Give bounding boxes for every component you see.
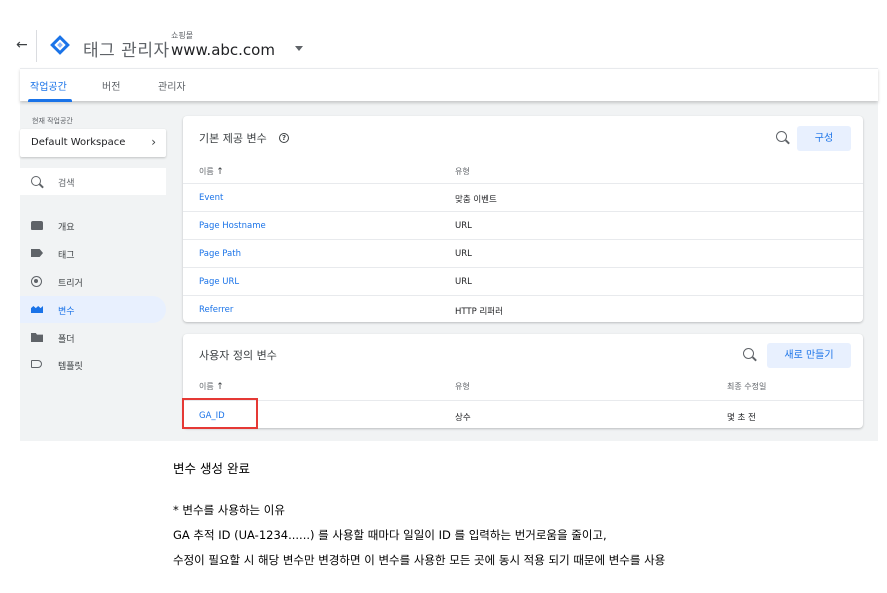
table-row[interactable]: Event 맞춤 이벤트 (183, 183, 863, 211)
sidebar-item-label: 태그 (58, 251, 75, 261)
variable-type: 맞춤 이벤트 (455, 195, 497, 205)
app-title: 태그 관리자 (83, 41, 170, 61)
builtin-variables-card: 기본 제공 변수 ? 구성 이름 ↑ 유형 Event 맞춤 이벤트 Page … (183, 116, 863, 322)
column-header-type[interactable]: 유형 (455, 381, 470, 392)
last-edited: 몇 초 전 (727, 413, 756, 423)
variable-name-link[interactable]: Event (199, 193, 223, 203)
sidebar-item-label: 트리거 (58, 279, 83, 289)
article-line-1: * 변수를 사용하는 이유 (173, 503, 285, 517)
app-header: ← 태그 관리자 쇼핑몰 www.abc.com (16, 0, 878, 68)
tag-manager-window: ← 태그 관리자 쇼핑몰 www.abc.com 작업공간 버전 관리자 현재 … (16, 0, 878, 441)
article-heading: 변수 생성 완료 (173, 461, 250, 476)
sidebar-item-label: 개요 (58, 223, 75, 233)
sidebar-item-overview[interactable]: 개요 (20, 212, 166, 239)
sort-up-icon: ↑ (216, 167, 224, 177)
sidebar-item-templates[interactable]: 템플릿 (20, 351, 166, 378)
variable-type: HTTP 리퍼러 (455, 307, 503, 317)
table-row[interactable]: Page Path URL (183, 239, 863, 267)
gtm-logo-icon (50, 35, 70, 55)
search-icon (31, 176, 41, 186)
column-header-type[interactable]: 유형 (455, 166, 470, 177)
sidebar-item-label: 변수 (58, 307, 75, 317)
variable-name-link[interactable]: Page URL (199, 277, 239, 287)
column-header-last-edited[interactable]: 최종 수정일 (727, 381, 766, 392)
table-row[interactable]: GA_ID 상수 몇 초 전 (183, 400, 863, 428)
variable-name-link[interactable]: Page Hostname (199, 221, 266, 231)
variable-type: URL (455, 249, 472, 259)
variable-type: URL (455, 221, 472, 231)
table-row[interactable]: Page Hostname URL (183, 211, 863, 239)
variable-icon (31, 306, 43, 313)
container-account: 쇼핑몰 (171, 31, 194, 40)
tab-admin[interactable]: 관리자 (158, 78, 186, 93)
variable-name-link[interactable]: Page Path (199, 249, 241, 259)
configure-button[interactable]: 구성 (797, 126, 851, 151)
help-icon[interactable]: ? (279, 133, 289, 143)
tag-icon (31, 249, 43, 257)
back-arrow-icon[interactable]: ← (16, 37, 28, 53)
main-tabs: 작업공간 버전 관리자 (20, 68, 878, 102)
sidebar-item-variables[interactable]: 변수 (20, 296, 166, 323)
column-header-name[interactable]: 이름 ↑ (199, 381, 224, 392)
template-icon (31, 360, 42, 368)
table-row[interactable]: Referrer HTTP 리퍼러 (183, 295, 863, 323)
sidebar-item-label: 폴더 (58, 335, 75, 345)
container-selector[interactable]: www.abc.com (171, 41, 275, 59)
caret-down-icon[interactable] (295, 46, 303, 51)
variable-type: URL (455, 277, 472, 287)
overview-icon (31, 221, 43, 230)
active-tab-indicator (28, 99, 72, 102)
sidebar-item-folders[interactable]: 폴더 (20, 324, 166, 351)
workspace-name: Default Workspace (31, 137, 126, 148)
column-header-name[interactable]: 이름 ↑ (199, 166, 224, 177)
article-line-2: GA 추적 ID (UA-1234......) 를 사용할 때마다 일일이 I… (173, 528, 607, 542)
trigger-icon (31, 276, 42, 287)
workspace-selector[interactable]: Default Workspace › (20, 129, 166, 157)
folder-icon (31, 333, 43, 342)
tab-versions[interactable]: 버전 (102, 78, 120, 93)
user-variables-card: 사용자 정의 변수 새로 만들기 이름 ↑ 유형 최종 수정일 GA_ID 상수… (183, 334, 863, 428)
highlight-annotation-box (182, 398, 258, 429)
search-placeholder: 검색 (58, 179, 75, 189)
variable-name-link[interactable]: Referrer (199, 305, 233, 315)
header-divider (36, 30, 37, 62)
search-icon[interactable] (743, 348, 754, 359)
workspace-label: 현재 작업공간 (32, 117, 73, 125)
sidebar-search[interactable]: 검색 (20, 168, 166, 195)
card-title: 사용자 정의 변수 (199, 349, 277, 362)
sidebar-item-tags[interactable]: 태그 (20, 240, 166, 267)
sort-up-icon: ↑ (216, 382, 224, 392)
new-variable-button[interactable]: 새로 만들기 (767, 343, 851, 368)
chevron-right-icon: › (151, 135, 156, 149)
table-row[interactable]: Page URL URL (183, 267, 863, 295)
sidebar-item-label: 템플릿 (58, 362, 83, 372)
tab-workspace[interactable]: 작업공간 (30, 78, 67, 93)
article-line-3: 수정이 필요할 시 해당 변수만 변경하면 이 변수를 사용한 모든 곳에 동시… (173, 553, 666, 567)
sidebar-item-triggers[interactable]: 트리거 (20, 268, 166, 295)
search-icon[interactable] (776, 131, 787, 142)
variable-type: 상수 (455, 413, 471, 423)
card-title: 기본 제공 변수 (199, 132, 267, 145)
